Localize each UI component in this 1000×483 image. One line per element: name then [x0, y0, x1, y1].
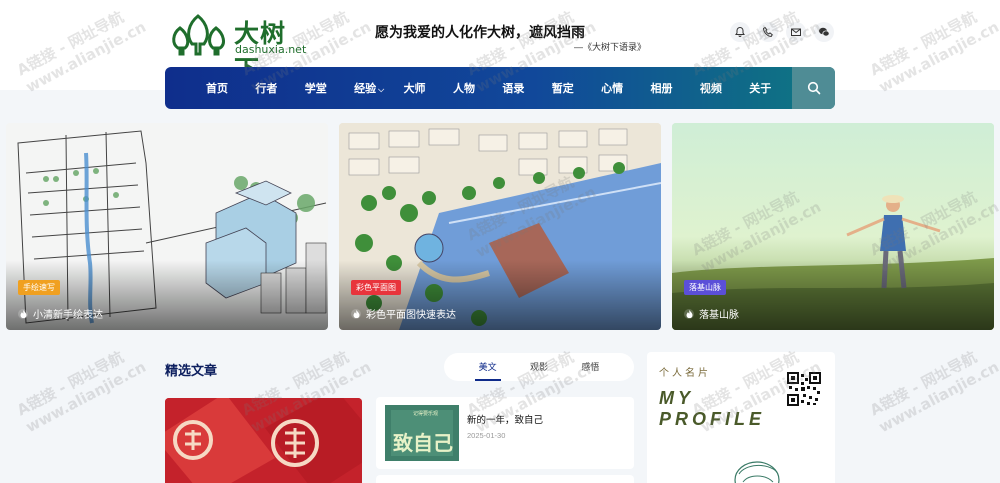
post-date: 2025-01-30: [467, 431, 506, 440]
nav-item-label: 视频: [699, 83, 722, 95]
phone-icon[interactable]: [758, 22, 778, 42]
nav-item-xuetang[interactable]: 学堂: [305, 80, 354, 96]
nav-items: 首页 行者 学堂 经验 ⌵ 大师 人物 语录 暂定 心情 相册 视频 关于: [206, 80, 799, 96]
nav-item-label: 学堂: [304, 83, 327, 95]
nav-item-xingzhe[interactable]: 行者: [255, 80, 304, 96]
tab-ganwu[interactable]: 感悟: [581, 353, 599, 381]
slide-title: 小清新手绘表达: [33, 310, 103, 321]
featured-image[interactable]: [165, 398, 362, 483]
profile-heading-profile: PROFILE: [659, 409, 766, 429]
fire-icon: [351, 308, 361, 319]
slide-card[interactable]: 彩色平面图 彩色平面图快速表达: [339, 123, 661, 330]
nav-search-button[interactable]: [792, 67, 835, 109]
nav-item-label: 关于: [749, 83, 772, 95]
nav-item-renwu[interactable]: 人物: [453, 80, 502, 96]
post-thumbnail-caption: 记得要乐观: [413, 411, 439, 417]
watermark: A链接 - 网址导航 www.alianjie.cn: [13, 347, 149, 437]
qr-code-icon[interactable]: [787, 372, 821, 406]
nav-item-label: 经验: [354, 83, 377, 95]
tab-meiwen[interactable]: 美文: [474, 353, 501, 381]
nav-item-label: 暂定: [551, 83, 574, 95]
slide-card[interactable]: 手绘速写 小清新手绘表达: [6, 123, 328, 330]
tab-guanying[interactable]: 观影: [530, 353, 548, 381]
main-nav: 首页 行者 学堂 经验 ⌵ 大师 人物 语录 暂定 心情 相册 视频 关于: [165, 67, 835, 109]
nav-item-label: 首页: [206, 83, 228, 95]
nav-item-label: 相册: [650, 83, 673, 95]
slide-title: 落基山脉: [699, 310, 739, 321]
slide-title-row[interactable]: 落基山脉: [684, 306, 739, 321]
post-thumbnail[interactable]: 记得要乐观 致自己: [385, 405, 459, 461]
slide-category-badge[interactable]: 手绘速写: [18, 280, 60, 295]
nav-item-label: 语录: [502, 83, 525, 95]
nav-item-label: 人物: [452, 83, 475, 95]
featured-tabs: 美文 观影 感悟: [444, 353, 634, 381]
watermark: A链接 - 网址导航 www.alianjie.cn: [866, 347, 1000, 437]
wechat-icon[interactable]: [814, 22, 834, 42]
slide-category-badge[interactable]: 落基山脉: [684, 280, 726, 295]
nav-item-label: 大师: [403, 83, 426, 95]
post-thumbnail-big-text: 致自己: [393, 431, 453, 455]
profile-heading: MY PROFILE: [659, 388, 765, 430]
fire-icon: [684, 308, 694, 319]
featured-section-title: 精选文章: [165, 363, 218, 378]
nav-item-yulu[interactable]: 语录: [502, 80, 551, 96]
nav-item-xiangce[interactable]: 相册: [651, 80, 700, 96]
bell-icon[interactable]: [730, 22, 750, 42]
nav-item-zanding[interactable]: 暂定: [552, 80, 601, 96]
search-icon: [807, 81, 820, 95]
slide-category-badge[interactable]: 彩色平面图: [351, 280, 401, 295]
profile-card: 个人名片 MY PROFILE: [647, 352, 835, 483]
nav-item-home[interactable]: 首页: [206, 80, 255, 96]
slide-title: 彩色平面图快速表达: [366, 310, 456, 321]
logo-domain: dashuxia.net: [235, 43, 307, 56]
nav-item-label: 心情: [601, 83, 624, 95]
post-card[interactable]: [376, 475, 634, 483]
post-title[interactable]: 新的一年，致自己: [467, 412, 543, 426]
red-envelope-image: [165, 398, 362, 483]
header-icon-group: [730, 22, 834, 42]
profile-heading-my: MY: [659, 388, 694, 408]
profile-label: 个人名片: [659, 368, 711, 379]
nav-item-label: 行者: [255, 83, 278, 95]
nav-item-dashi[interactable]: 大师: [404, 80, 453, 96]
mail-icon[interactable]: [786, 22, 806, 42]
nav-item-shipin[interactable]: 视频: [700, 80, 749, 96]
site-slogan: 愿为我爱的人化作大树，遮风挡雨: [375, 25, 585, 41]
tree-logo-icon: [172, 14, 225, 56]
slide-card[interactable]: 落基山脉 落基山脉: [672, 123, 994, 330]
post-card[interactable]: 记得要乐观 致自己 新的一年，致自己 2025-01-30: [376, 397, 634, 469]
nav-item-jingyan[interactable]: 经验 ⌵: [354, 80, 403, 96]
slogan-source: —《大树下语录》: [574, 42, 647, 52]
nav-item-xinqing[interactable]: 心情: [601, 80, 650, 96]
profile-illustration: [734, 461, 780, 483]
slide-title-row[interactable]: 小清新手绘表达: [18, 306, 103, 321]
fire-icon: [18, 308, 28, 319]
chevron-down-icon: ⌵: [378, 85, 385, 94]
slide-title-row[interactable]: 彩色平面图快速表达: [351, 306, 456, 321]
site-logo[interactable]: 大树下 dashuxia.net: [166, 12, 307, 84]
